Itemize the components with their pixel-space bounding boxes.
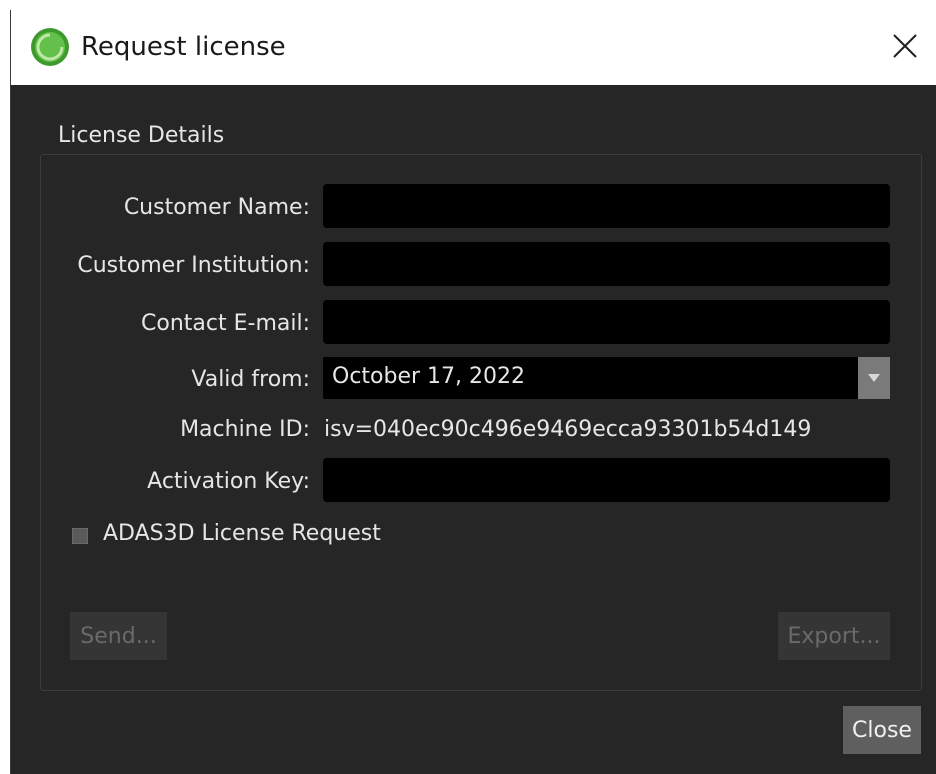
machine-id-value: isv=040ec90c496e9469ecca93301b54d149 [324, 417, 812, 442]
send-button[interactable]: Send... [70, 612, 167, 660]
customer-institution-input[interactable] [323, 242, 890, 286]
contact-email-label: Contact E-mail: [141, 311, 310, 336]
export-button[interactable]: Export... [778, 612, 890, 660]
contact-email-input[interactable] [323, 300, 890, 344]
adas3d-license-checkbox[interactable] [72, 528, 88, 544]
customer-name-label: Customer Name: [123, 195, 310, 220]
machine-id-label: Machine ID: [180, 417, 310, 442]
adas3d-license-checkbox-label[interactable]: ADAS3D License Request [103, 521, 381, 546]
close-icon[interactable] [891, 32, 919, 60]
chevron-down-icon[interactable] [858, 357, 890, 399]
license-details-label: License Details [58, 123, 225, 148]
customer-name-input[interactable] [323, 184, 890, 228]
close-button[interactable]: Close [843, 706, 921, 754]
valid-from-date-select[interactable]: October 17, 2022 [323, 357, 890, 399]
customer-institution-label: Customer Institution: [77, 253, 310, 278]
activation-key-input[interactable] [323, 458, 890, 502]
valid-from-label: Valid from: [191, 367, 310, 392]
activation-key-label: Activation Key: [147, 469, 310, 494]
window-title: Request license [81, 32, 286, 62]
app-icon [31, 28, 69, 66]
title-bar: Request license [11, 10, 936, 85]
request-license-dialog: Request license License Details Customer… [10, 10, 936, 774]
valid-from-value: October 17, 2022 [332, 364, 526, 389]
